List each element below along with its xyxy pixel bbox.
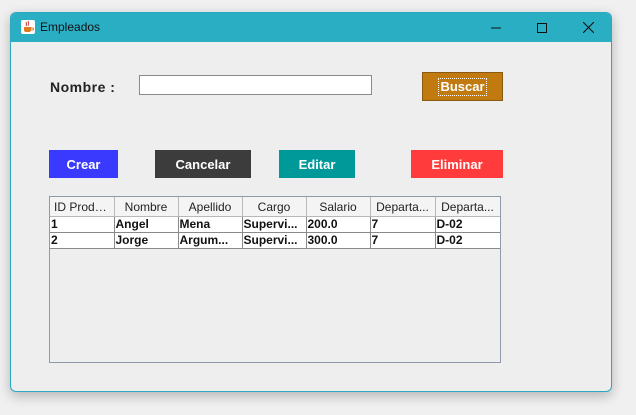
buscar-button[interactable]: Buscar xyxy=(422,72,503,101)
column-header-nombre[interactable]: Nombre xyxy=(114,197,179,217)
table-cell[interactable]: D-02 xyxy=(435,216,500,233)
table-cell[interactable]: 300.0 xyxy=(306,232,371,249)
table-cell[interactable]: Supervi... xyxy=(242,232,307,249)
table-cell[interactable]: Angel xyxy=(114,216,179,233)
column-header-departamento-2[interactable]: Departa... xyxy=(435,197,500,217)
empleados-window: Empleados Nombre : Buscar Crear Cancelar… xyxy=(10,12,612,392)
eliminar-button[interactable]: Eliminar xyxy=(411,150,503,178)
crear-button[interactable]: Crear xyxy=(49,150,118,178)
window-title: Empleados xyxy=(40,20,101,34)
table-cell[interactable]: 2 xyxy=(50,232,115,249)
maximize-icon xyxy=(537,22,547,33)
editar-button[interactable]: Editar xyxy=(279,150,355,178)
table-cell[interactable]: Mena xyxy=(178,216,243,233)
minimize-icon xyxy=(491,27,501,28)
table-row[interactable]: 2 Jorge Argum... Supervi... 300.0 7 D-02 xyxy=(50,232,500,249)
table-cell[interactable]: Jorge xyxy=(114,232,179,249)
table-row[interactable]: 1 Angel Mena Supervi... 200.0 7 D-02 xyxy=(50,216,500,233)
table-cell[interactable]: 7 xyxy=(370,216,436,233)
title-bar[interactable]: Empleados xyxy=(11,13,611,42)
nombre-label: Nombre : xyxy=(50,79,116,95)
column-header-salario[interactable]: Salario xyxy=(306,197,371,217)
minimize-button[interactable] xyxy=(473,13,519,42)
table-cell[interactable]: Argum... xyxy=(178,232,243,249)
table-cell[interactable]: D-02 xyxy=(435,232,500,249)
close-button[interactable] xyxy=(565,13,611,42)
table-header-row: ID Produ... Nombre Apellido Cargo Salari… xyxy=(50,197,500,217)
column-header-id-producto[interactable]: ID Produ... xyxy=(50,197,115,217)
table-cell[interactable]: Supervi... xyxy=(242,216,307,233)
nombre-input[interactable] xyxy=(139,75,372,95)
buscar-button-label: Buscar xyxy=(438,77,487,96)
column-header-departamento-1[interactable]: Departa... xyxy=(370,197,436,217)
java-cup-icon xyxy=(21,20,35,34)
maximize-button[interactable] xyxy=(519,13,565,42)
column-header-cargo[interactable]: Cargo xyxy=(242,197,307,217)
table-cell[interactable]: 1 xyxy=(50,216,115,233)
close-icon xyxy=(582,22,594,33)
column-header-apellido[interactable]: Apellido xyxy=(178,197,243,217)
cancelar-button[interactable]: Cancelar xyxy=(155,150,251,178)
empleados-table[interactable]: ID Produ... Nombre Apellido Cargo Salari… xyxy=(49,196,501,363)
table-cell[interactable]: 200.0 xyxy=(306,216,371,233)
data-table: ID Produ... Nombre Apellido Cargo Salari… xyxy=(50,197,500,249)
table-cell[interactable]: 7 xyxy=(370,232,436,249)
